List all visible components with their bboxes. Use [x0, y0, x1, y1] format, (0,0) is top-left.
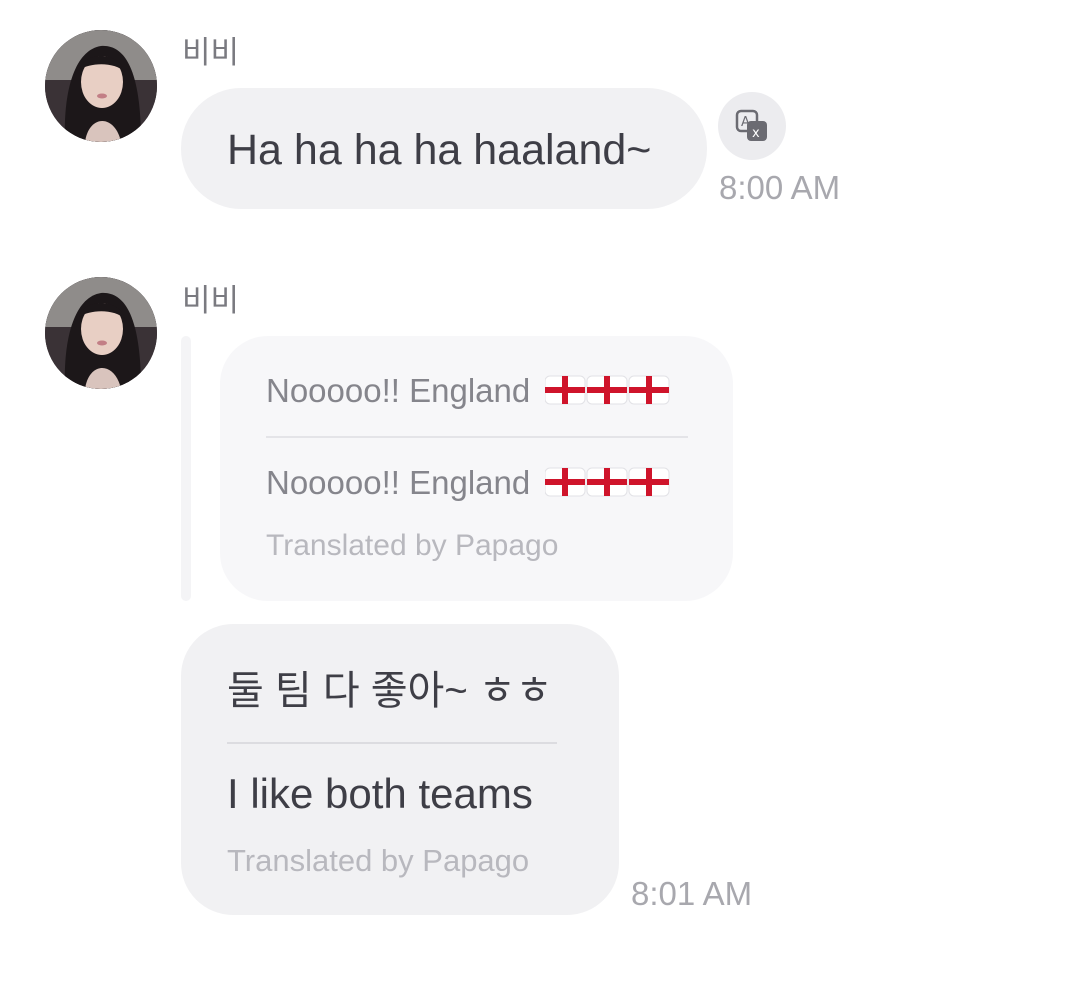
message-bubble[interactable]: 둘 팀 다 좋아~ ㅎㅎ I like both teams Translate… [181, 624, 619, 915]
quoted-message[interactable]: Nooooo!! England Nooooo!! England Transl… [220, 336, 733, 601]
quoted-translated-text: Nooooo!! England [266, 464, 531, 501]
translated-text: I like both teams [227, 770, 533, 817]
original-text: 둘 팀 다 좋아~ ㅎㅎ [227, 669, 553, 713]
message-time: 8:01 AM [631, 875, 753, 912]
message-time: 8:00 AM [719, 169, 841, 206]
england-flag-icon [545, 467, 670, 497]
sender-name: 비비 [182, 35, 240, 70]
translate-button[interactable]: A x [718, 92, 786, 160]
translation-credit: Translated by Papago [227, 843, 530, 878]
sender-avatar[interactable] [45, 30, 157, 142]
translation-credit: Translated by Papago [266, 529, 559, 562]
message-bubble[interactable]: Ha ha ha ha haaland~ [181, 88, 707, 209]
message-text: Ha ha ha ha haaland~ [227, 126, 652, 174]
translation-divider [227, 742, 557, 744]
quoted-translated-line: Nooooo!! England [266, 464, 671, 502]
quoted-divider [266, 436, 688, 438]
sender-avatar[interactable] [45, 277, 157, 389]
england-flag-icon [545, 375, 670, 405]
reply-indicator-bar [181, 336, 191, 601]
translate-icon: A x [735, 109, 767, 141]
sender-name: 비비 [182, 283, 240, 318]
avatar-photo [45, 30, 157, 142]
avatar-photo [45, 277, 157, 389]
quoted-original-text: Nooooo!! England [266, 372, 531, 409]
svg-text:x: x [752, 126, 760, 141]
quoted-original-line: Nooooo!! England [266, 372, 671, 410]
